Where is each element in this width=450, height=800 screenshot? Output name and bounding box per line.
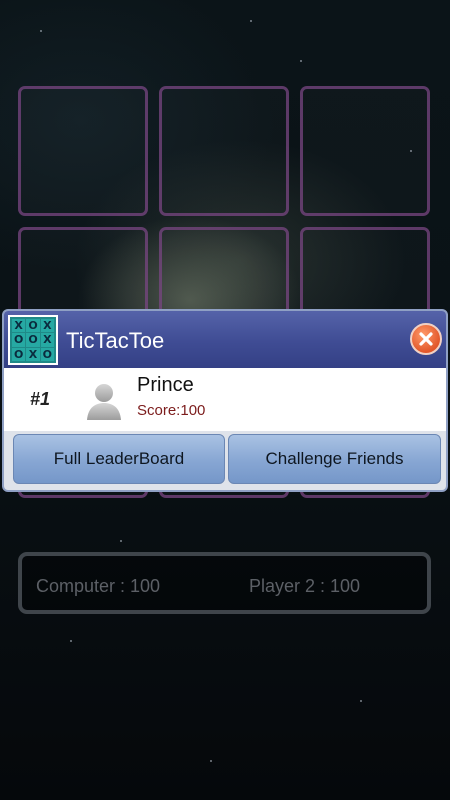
close-button[interactable]: [410, 323, 442, 355]
board-cell[interactable]: [18, 86, 148, 216]
player2-score: Player 2 : 100: [249, 576, 361, 596]
popup-header: X O X O O X O X O TicTacToe: [4, 311, 446, 368]
leaderboard-row: #1 Prince Score:100: [4, 368, 446, 431]
scoreboard: Computer : 100 Player 2 : 100: [18, 552, 431, 614]
player-name: Prince: [137, 374, 194, 396]
logo-cell: O: [12, 333, 26, 347]
avatar: [82, 378, 126, 422]
logo-cell: X: [40, 333, 54, 347]
full-leaderboard-button[interactable]: Full LeaderBoard: [13, 434, 225, 484]
logo-cell: O: [26, 333, 40, 347]
challenge-friends-button[interactable]: Challenge Friends: [228, 434, 441, 484]
tictactoe-logo-icon: X O X O O X O X O: [8, 315, 58, 365]
logo-cell: X: [26, 347, 40, 361]
player-score: Score:100: [137, 402, 206, 419]
logo-cell: O: [26, 319, 40, 333]
user-silhouette-icon: [87, 384, 121, 420]
board-cell[interactable]: [300, 86, 430, 216]
computer-score: Computer : 100: [36, 576, 161, 596]
logo-cell: O: [40, 347, 54, 361]
logo-cell: O: [12, 347, 26, 361]
leaderboard-popup: X O X O O X O X O TicTacToe #1 Prince Sc…: [2, 309, 448, 492]
logo-cell: X: [40, 319, 54, 333]
board-cell[interactable]: [159, 86, 289, 216]
rank-label: #1: [30, 389, 51, 409]
popup-title: TicTacToe: [66, 328, 165, 353]
logo-cell: X: [12, 319, 26, 333]
close-icon: [419, 332, 433, 346]
